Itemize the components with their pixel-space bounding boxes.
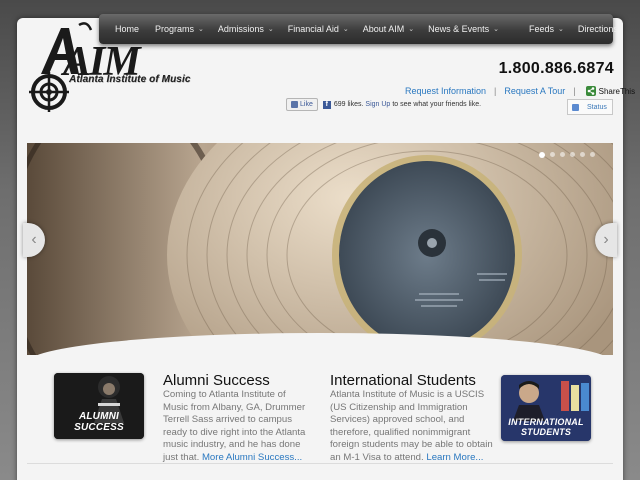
sharethis-label: ShareThis — [598, 86, 636, 96]
chevron-down-icon: ⌄ — [558, 26, 564, 33]
international-learn-more-link[interactable]: Learn More... — [426, 452, 483, 463]
facebook-like-button[interactable]: Like — [286, 98, 318, 111]
nav-programs-label: Programs — [155, 24, 195, 34]
vinyl-records-image — [27, 143, 613, 355]
facebook-icon: f — [322, 100, 331, 109]
like-suffix: to see what your friends like. — [392, 101, 482, 108]
hero-slider[interactable] — [27, 143, 613, 355]
slider-dot[interactable] — [590, 152, 595, 157]
chevron-down-icon: ⌄ — [493, 26, 500, 33]
chevron-down-icon: ⌄ — [198, 26, 204, 33]
nav-about-aim[interactable]: About AIM ⌄ — [356, 14, 421, 44]
link-separator: | — [573, 86, 576, 96]
thumbs-up-icon — [572, 103, 579, 111]
slider-dot[interactable] — [560, 152, 565, 157]
slider-dot[interactable] — [580, 152, 585, 157]
nav-directions[interactable]: Directions — [571, 14, 625, 44]
nav-feeds-label: Feeds — [529, 24, 555, 34]
slider-dot[interactable] — [550, 152, 555, 157]
header-links: Request Information | Request A Tour | S… — [405, 86, 635, 96]
international-image-caption-2: STUDENTS — [520, 427, 572, 437]
chevron-down-icon: ⌄ — [342, 26, 349, 33]
slider-dots — [539, 151, 595, 158]
share-icon — [585, 86, 596, 96]
nav-home[interactable]: Home — [99, 14, 148, 44]
main-nav: Home Programs ⌄ Admissions ⌄ Financial Aid… — [99, 14, 618, 44]
request-info-link[interactable]: Request Information — [405, 86, 486, 96]
international-body: Atlanta Institute of Music is a USCIS (U… — [330, 389, 496, 465]
nav-feeds[interactable]: Feeds ⌄ — [522, 14, 571, 44]
nav-about-aim-label: About AIM — [362, 24, 405, 34]
slider-dot[interactable] — [539, 151, 545, 158]
facebook-like-bar: Like f 699 likes. Sign Up to see what yo… — [286, 98, 481, 111]
status-button[interactable]: Status — [567, 99, 613, 115]
alumni-more-link[interactable]: More Alumni Success... — [202, 452, 302, 463]
link-separator: | — [494, 86, 497, 96]
nav-news-events-label: News & Events — [428, 24, 490, 34]
nav-financial-aid[interactable]: Financial Aid ⌄ — [281, 14, 356, 44]
alumni-title[interactable]: Alumni Success — [163, 372, 270, 389]
nav-admissions[interactable]: Admissions ⌄ — [211, 14, 281, 44]
nav-home-label: Home — [115, 24, 140, 34]
international-image-caption-1: INTERNATIONAL — [508, 417, 584, 427]
logo-name: Atlanta Institute of Music — [69, 74, 191, 85]
alumni-image-caption: ALUMNI SUCCESS — [74, 411, 124, 433]
nav-admissions-label: Admissions — [217, 24, 264, 34]
sharethis-button[interactable]: ShareThis — [585, 86, 636, 96]
phone-number[interactable]: 1.800.886.6874 — [499, 60, 614, 78]
chevron-down-icon: ⌄ — [408, 26, 415, 33]
facebook-signup-link[interactable]: Sign Up — [365, 101, 390, 108]
status-label: Status — [587, 103, 607, 111]
request-tour-link[interactable]: Request A Tour — [504, 86, 565, 96]
nav-financial-aid-label: Financial Aid — [287, 24, 339, 34]
nav-programs[interactable]: Programs ⌄ — [148, 14, 211, 44]
alumni-body: Coming to Atlanta Institute of Music fro… — [163, 389, 313, 465]
international-students-image[interactable]: INTERNATIONAL STUDENTS — [501, 375, 591, 441]
nav-directions-label: Directions — [577, 24, 618, 34]
chevron-right-icon: › — [603, 231, 609, 248]
like-count: 699 likes. — [333, 101, 364, 108]
alumni-success-image[interactable]: ALUMNI SUCCESS — [54, 373, 144, 439]
section-divider — [27, 463, 613, 464]
chevron-down-icon: ⌄ — [267, 26, 274, 33]
nav-news-events[interactable]: News & Events ⌄ — [421, 14, 506, 44]
slider-dot[interactable] — [570, 152, 575, 157]
international-title[interactable]: International Students — [330, 372, 476, 389]
chevron-left-icon: ‹ — [31, 231, 37, 248]
thumbs-up-icon — [291, 101, 298, 108]
like-label: Like — [300, 101, 313, 108]
